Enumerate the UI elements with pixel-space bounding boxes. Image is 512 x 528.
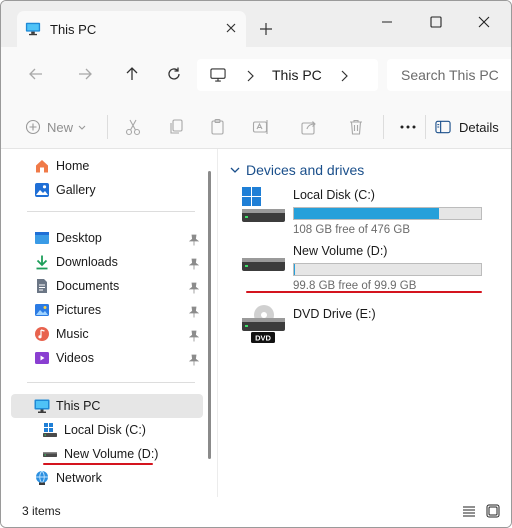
- drive-name: DVD Drive (E:): [293, 307, 376, 321]
- sidebar-item-home[interactable]: Home: [11, 154, 203, 178]
- minimize-icon[interactable]: [378, 13, 396, 31]
- forward-arrow-icon[interactable]: [75, 64, 95, 84]
- close-tab-icon[interactable]: [224, 21, 238, 35]
- maximize-icon[interactable]: [427, 13, 445, 31]
- dvd-drive-icon: DVD: [242, 305, 286, 349]
- search-placeholder[interactable]: Search This PC: [401, 67, 499, 83]
- address-row: This PC Search This PC: [1, 47, 511, 103]
- details-pane-icon: [435, 119, 451, 135]
- copy-icon[interactable]: [167, 117, 185, 137]
- sidebar-item-pictures[interactable]: Pictures: [11, 298, 203, 322]
- music-icon: [34, 326, 50, 342]
- pin-icon[interactable]: [188, 329, 200, 342]
- item-count: 3 items: [22, 504, 61, 518]
- chevron-down-icon: [78, 118, 86, 136]
- address-bar[interactable]: This PC: [197, 59, 378, 91]
- status-bar: 3 items: [1, 497, 511, 527]
- navigation-pane-scrollbar[interactable]: [208, 171, 211, 459]
- this-pc-outline-icon: [210, 67, 226, 83]
- up-arrow-icon[interactable]: [122, 64, 142, 84]
- chevron-down-icon[interactable]: [230, 161, 240, 179]
- share-icon[interactable]: [300, 117, 318, 137]
- back-arrow-icon[interactable]: [26, 64, 46, 84]
- file-explorer-window: This PC This PC Search This PC New Detai…: [0, 0, 512, 528]
- pictures-icon: [34, 302, 50, 318]
- toolbar-divider: [425, 115, 426, 139]
- sidebar-divider: [27, 382, 195, 383]
- refresh-icon[interactable]: [164, 64, 184, 84]
- sidebar-item-music[interactable]: Music: [11, 322, 203, 346]
- breadcrumb-chevron-icon[interactable]: [246, 69, 254, 87]
- documents-icon: [34, 278, 50, 294]
- red-highlight-underline: [246, 291, 482, 293]
- home-icon: [34, 158, 50, 174]
- drive-free-space: 108 GB free of 476 GB: [293, 224, 410, 236]
- this-pc-icon: [25, 21, 41, 37]
- gallery-icon: [34, 182, 50, 198]
- rename-icon[interactable]: [252, 117, 270, 137]
- search-box[interactable]: Search This PC: [387, 59, 511, 91]
- pin-icon[interactable]: [188, 257, 200, 270]
- drive-tile-local-disk-c[interactable]: Local Disk (C:) 108 GB free of 476 GB: [242, 186, 492, 242]
- drive-name: New Volume (D:): [293, 244, 388, 258]
- drive-usage-bar: [293, 207, 482, 220]
- drive-tile-new-volume-d[interactable]: New Volume (D:) 99.8 GB free of 99.9 GB: [242, 242, 492, 298]
- sidebar-item-network[interactable]: Network: [11, 466, 203, 490]
- tiles-view-icon[interactable]: [485, 503, 501, 519]
- sidebar-item-this-pc[interactable]: This PC: [11, 394, 203, 418]
- toolbar-divider: [107, 115, 108, 139]
- sidebar-divider: [27, 211, 195, 212]
- sidebar-item-videos[interactable]: Videos: [11, 346, 203, 370]
- drive-name: Local Disk (C:): [293, 188, 375, 202]
- devices-and-drives-header[interactable]: Devices and drives: [230, 161, 364, 179]
- new-tab-icon[interactable]: [258, 21, 274, 37]
- drive-usage-bar: [293, 263, 482, 276]
- toolbar-divider: [383, 115, 384, 139]
- paste-icon[interactable]: [209, 117, 227, 137]
- windows-drive-icon: [42, 422, 58, 438]
- downloads-icon: [34, 254, 50, 270]
- close-window-icon[interactable]: [475, 13, 493, 31]
- breadcrumb-this-pc[interactable]: This PC: [272, 67, 322, 83]
- this-pc-icon: [34, 398, 50, 414]
- details-view-icon[interactable]: [461, 503, 477, 519]
- sidebar-item-documents[interactable]: Documents: [11, 274, 203, 298]
- sidebar-item-local-disk-c[interactable]: Local Disk (C:): [11, 418, 203, 442]
- details-button[interactable]: Details: [435, 117, 499, 137]
- desktop-icon: [34, 230, 50, 246]
- dvd-badge: DVD: [255, 334, 271, 343]
- new-button[interactable]: New: [25, 117, 86, 137]
- navigation-pane: Home Gallery Desktop Downloads Documents…: [1, 149, 217, 497]
- title-bar: This PC: [1, 1, 511, 47]
- drive-usage-fill: [294, 208, 439, 219]
- windows-drive-icon: [242, 186, 286, 230]
- group-title: Devices and drives: [246, 162, 365, 178]
- drive-icon: [242, 256, 286, 300]
- drive-tile-dvd-drive-e[interactable]: DVD DVD Drive (E:): [242, 305, 492, 361]
- details-button-label: Details: [459, 119, 499, 135]
- pin-icon[interactable]: [188, 281, 200, 294]
- pin-icon[interactable]: [188, 233, 200, 246]
- videos-icon: [34, 350, 50, 366]
- sidebar-item-downloads[interactable]: Downloads: [11, 250, 203, 274]
- delete-icon[interactable]: [347, 117, 365, 137]
- tab-this-pc[interactable]: This PC: [17, 11, 246, 47]
- pin-icon[interactable]: [188, 305, 200, 318]
- sidebar-item-gallery[interactable]: Gallery: [11, 178, 203, 202]
- cut-icon[interactable]: [124, 117, 142, 137]
- drive-icon: [42, 446, 58, 462]
- new-button-label: New: [47, 119, 74, 135]
- network-icon: [34, 470, 50, 486]
- plus-circle-icon: [25, 119, 41, 135]
- content-area: Devices and drives Local Disk (C:) 108 G…: [218, 149, 511, 497]
- red-highlight-underline: [43, 463, 153, 465]
- pin-icon[interactable]: [188, 353, 200, 366]
- more-options-icon[interactable]: [399, 117, 417, 137]
- command-bar: New Details: [1, 103, 511, 149]
- breadcrumb-chevron-icon[interactable]: [340, 69, 348, 87]
- tab-title: This PC: [50, 21, 97, 37]
- sidebar-item-desktop[interactable]: Desktop: [11, 226, 203, 250]
